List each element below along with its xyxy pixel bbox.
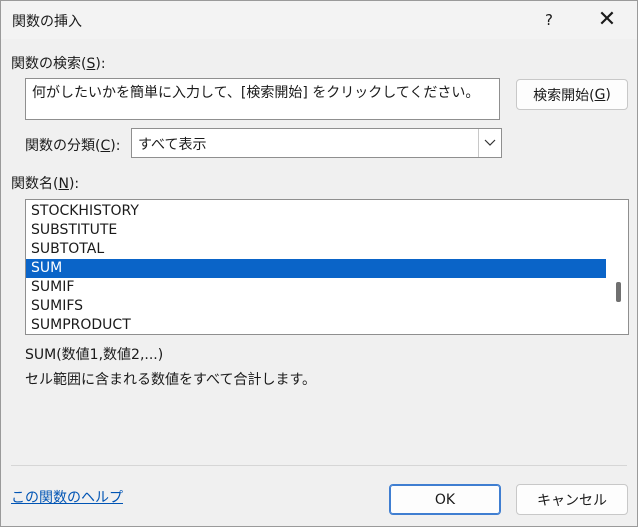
cancel-button[interactable]: キャンセル [516,484,628,515]
insert-function-dialog: 関数の挿入 ? ✕ 関数の検索(S): 何がしたいかを簡単に入力して、[検索開始… [0,0,638,527]
scrollbar-thumb[interactable] [616,282,621,302]
list-item-selected[interactable]: SUM [26,259,606,278]
list-item[interactable]: SUBSTITUTE [26,221,606,240]
title-bar: 関数の挿入 ? ✕ [1,1,637,39]
function-help-link[interactable]: この関数のヘルプ [11,487,123,507]
category-select[interactable]: すべて表示 [131,128,502,158]
list-item[interactable]: STOCKHISTORY [26,202,606,221]
list-item[interactable]: SUMIFS [26,297,606,316]
function-syntax: SUM(数値1,数値2,...) [25,347,164,363]
footer-divider [11,465,627,466]
list-scrollbar[interactable] [608,200,628,334]
category-label: 関数の分類(C): [25,138,121,154]
search-input[interactable]: 何がしたいかを簡単に入力して、[検索開始] をクリックしてください。 [25,78,500,120]
dialog-title: 関数の挿入 [12,14,82,30]
help-icon: ? [545,11,553,29]
category-selected-value: すべて表示 [138,137,207,153]
list-item[interactable]: SUBTOTAL [26,240,606,259]
list-item[interactable]: SUMIF [26,278,606,297]
list-item[interactable]: SUMPRODUCT [26,316,606,334]
chevron-down-icon[interactable] [478,129,501,157]
function-name-label: 関数名(N): [11,176,80,192]
search-label: 関数の検索(S): [11,56,106,72]
help-button[interactable]: ? [531,7,567,33]
ok-button[interactable]: OK [389,484,501,515]
function-listbox[interactable]: STOCKHISTORY SUBSTITUTE SUBTOTAL SUM SUM… [25,199,629,335]
function-description: セル範囲に含まれる数値をすべて合計します。 [25,372,317,388]
close-icon: ✕ [597,7,617,32]
search-start-button[interactable]: 検索開始(G) [516,79,628,110]
close-button[interactable]: ✕ [589,7,625,33]
